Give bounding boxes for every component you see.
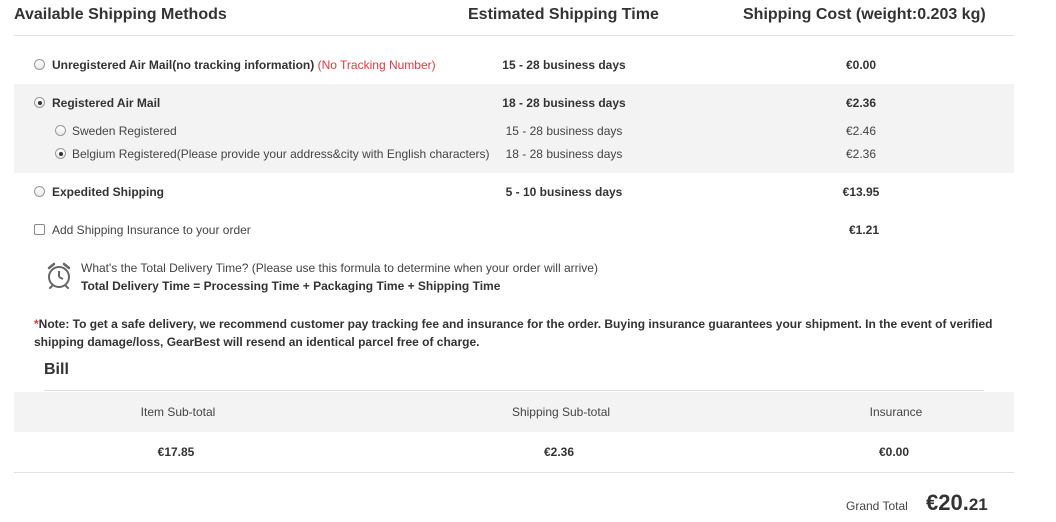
insurance-checkbox[interactable]: [34, 224, 45, 235]
expedited-shipping-time: 5 - 10 business days: [505, 185, 623, 199]
shipping-subtotal-value: €2.36: [543, 445, 575, 459]
bill-bottom-divider: [14, 472, 1014, 473]
insurance-value: €0.00: [878, 445, 910, 459]
belgium-registered-cost: €2.36: [845, 147, 877, 161]
grand-total-label: Grand Total: [846, 499, 908, 513]
sweden-registered-label[interactable]: Sweden Registered: [72, 124, 177, 138]
registered-air-mail-label[interactable]: Registered Air Mail: [52, 96, 160, 110]
method-label: Unregistered Air Mail(no tracking inform…: [52, 58, 315, 72]
grand-total-cents: 21: [968, 495, 988, 514]
shipping-subtotal-header: Shipping Sub-total: [511, 405, 611, 419]
registered-air-mail-cost: €2.36: [845, 96, 877, 110]
item-subtotal-value: €17.85: [157, 445, 195, 459]
unregistered-air-mail-cost: €0.00: [845, 58, 877, 72]
unregistered-air-mail-label[interactable]: Unregistered Air Mail(no tracking inform…: [52, 58, 436, 72]
cost-header: Shipping Cost (weight:0.203 kg): [743, 6, 986, 23]
header-divider: [14, 35, 1014, 36]
registered-air-mail-time: 18 - 28 business days: [502, 96, 626, 110]
expedited-shipping-label[interactable]: Expedited Shipping: [52, 185, 164, 199]
bill-divider: [44, 390, 984, 391]
delivery-time-formula: Total Delivery Time = Processing Time + …: [81, 279, 501, 293]
alarm-clock-icon: [47, 262, 71, 289]
expedited-shipping-radio[interactable]: [34, 186, 45, 197]
delivery-time-question: What's the Total Delivery Time? (Please …: [81, 261, 598, 275]
belgium-registered-radio[interactable]: [55, 148, 66, 159]
belgium-registered-label[interactable]: Belgium Registered(Please provide your a…: [72, 147, 490, 161]
sweden-registered-radio[interactable]: [55, 125, 66, 136]
insurance-header: Insurance: [869, 405, 923, 419]
bill-title: Bill: [44, 361, 69, 378]
sweden-registered-time: 15 - 28 business days: [505, 124, 623, 138]
unregistered-air-mail-radio[interactable]: [34, 59, 45, 70]
registered-air-mail-radio[interactable]: [34, 97, 45, 108]
expedited-shipping-cost: €13.95: [842, 185, 880, 199]
insurance-label[interactable]: Add Shipping Insurance to your order: [52, 223, 251, 237]
no-tracking-warning: (No Tracking Number): [317, 58, 436, 72]
note-text: Note: To get a safe delivery, we recomme…: [34, 317, 993, 349]
safe-delivery-note: *Note: To get a safe delivery, we recomm…: [34, 315, 1014, 351]
time-header: Estimated Shipping Time: [468, 6, 659, 23]
insurance-cost: €1.21: [848, 223, 880, 237]
unregistered-air-mail-time: 15 - 28 business days: [502, 58, 626, 72]
sweden-registered-cost: €2.46: [845, 124, 877, 138]
methods-header: Available Shipping Methods: [14, 6, 227, 23]
item-subtotal-header: Item Sub-total: [140, 405, 216, 419]
belgium-registered-time: 18 - 28 business days: [505, 147, 623, 161]
grand-total-main: €20.: [926, 490, 969, 515]
grand-total-amount: €20.21: [926, 490, 988, 516]
